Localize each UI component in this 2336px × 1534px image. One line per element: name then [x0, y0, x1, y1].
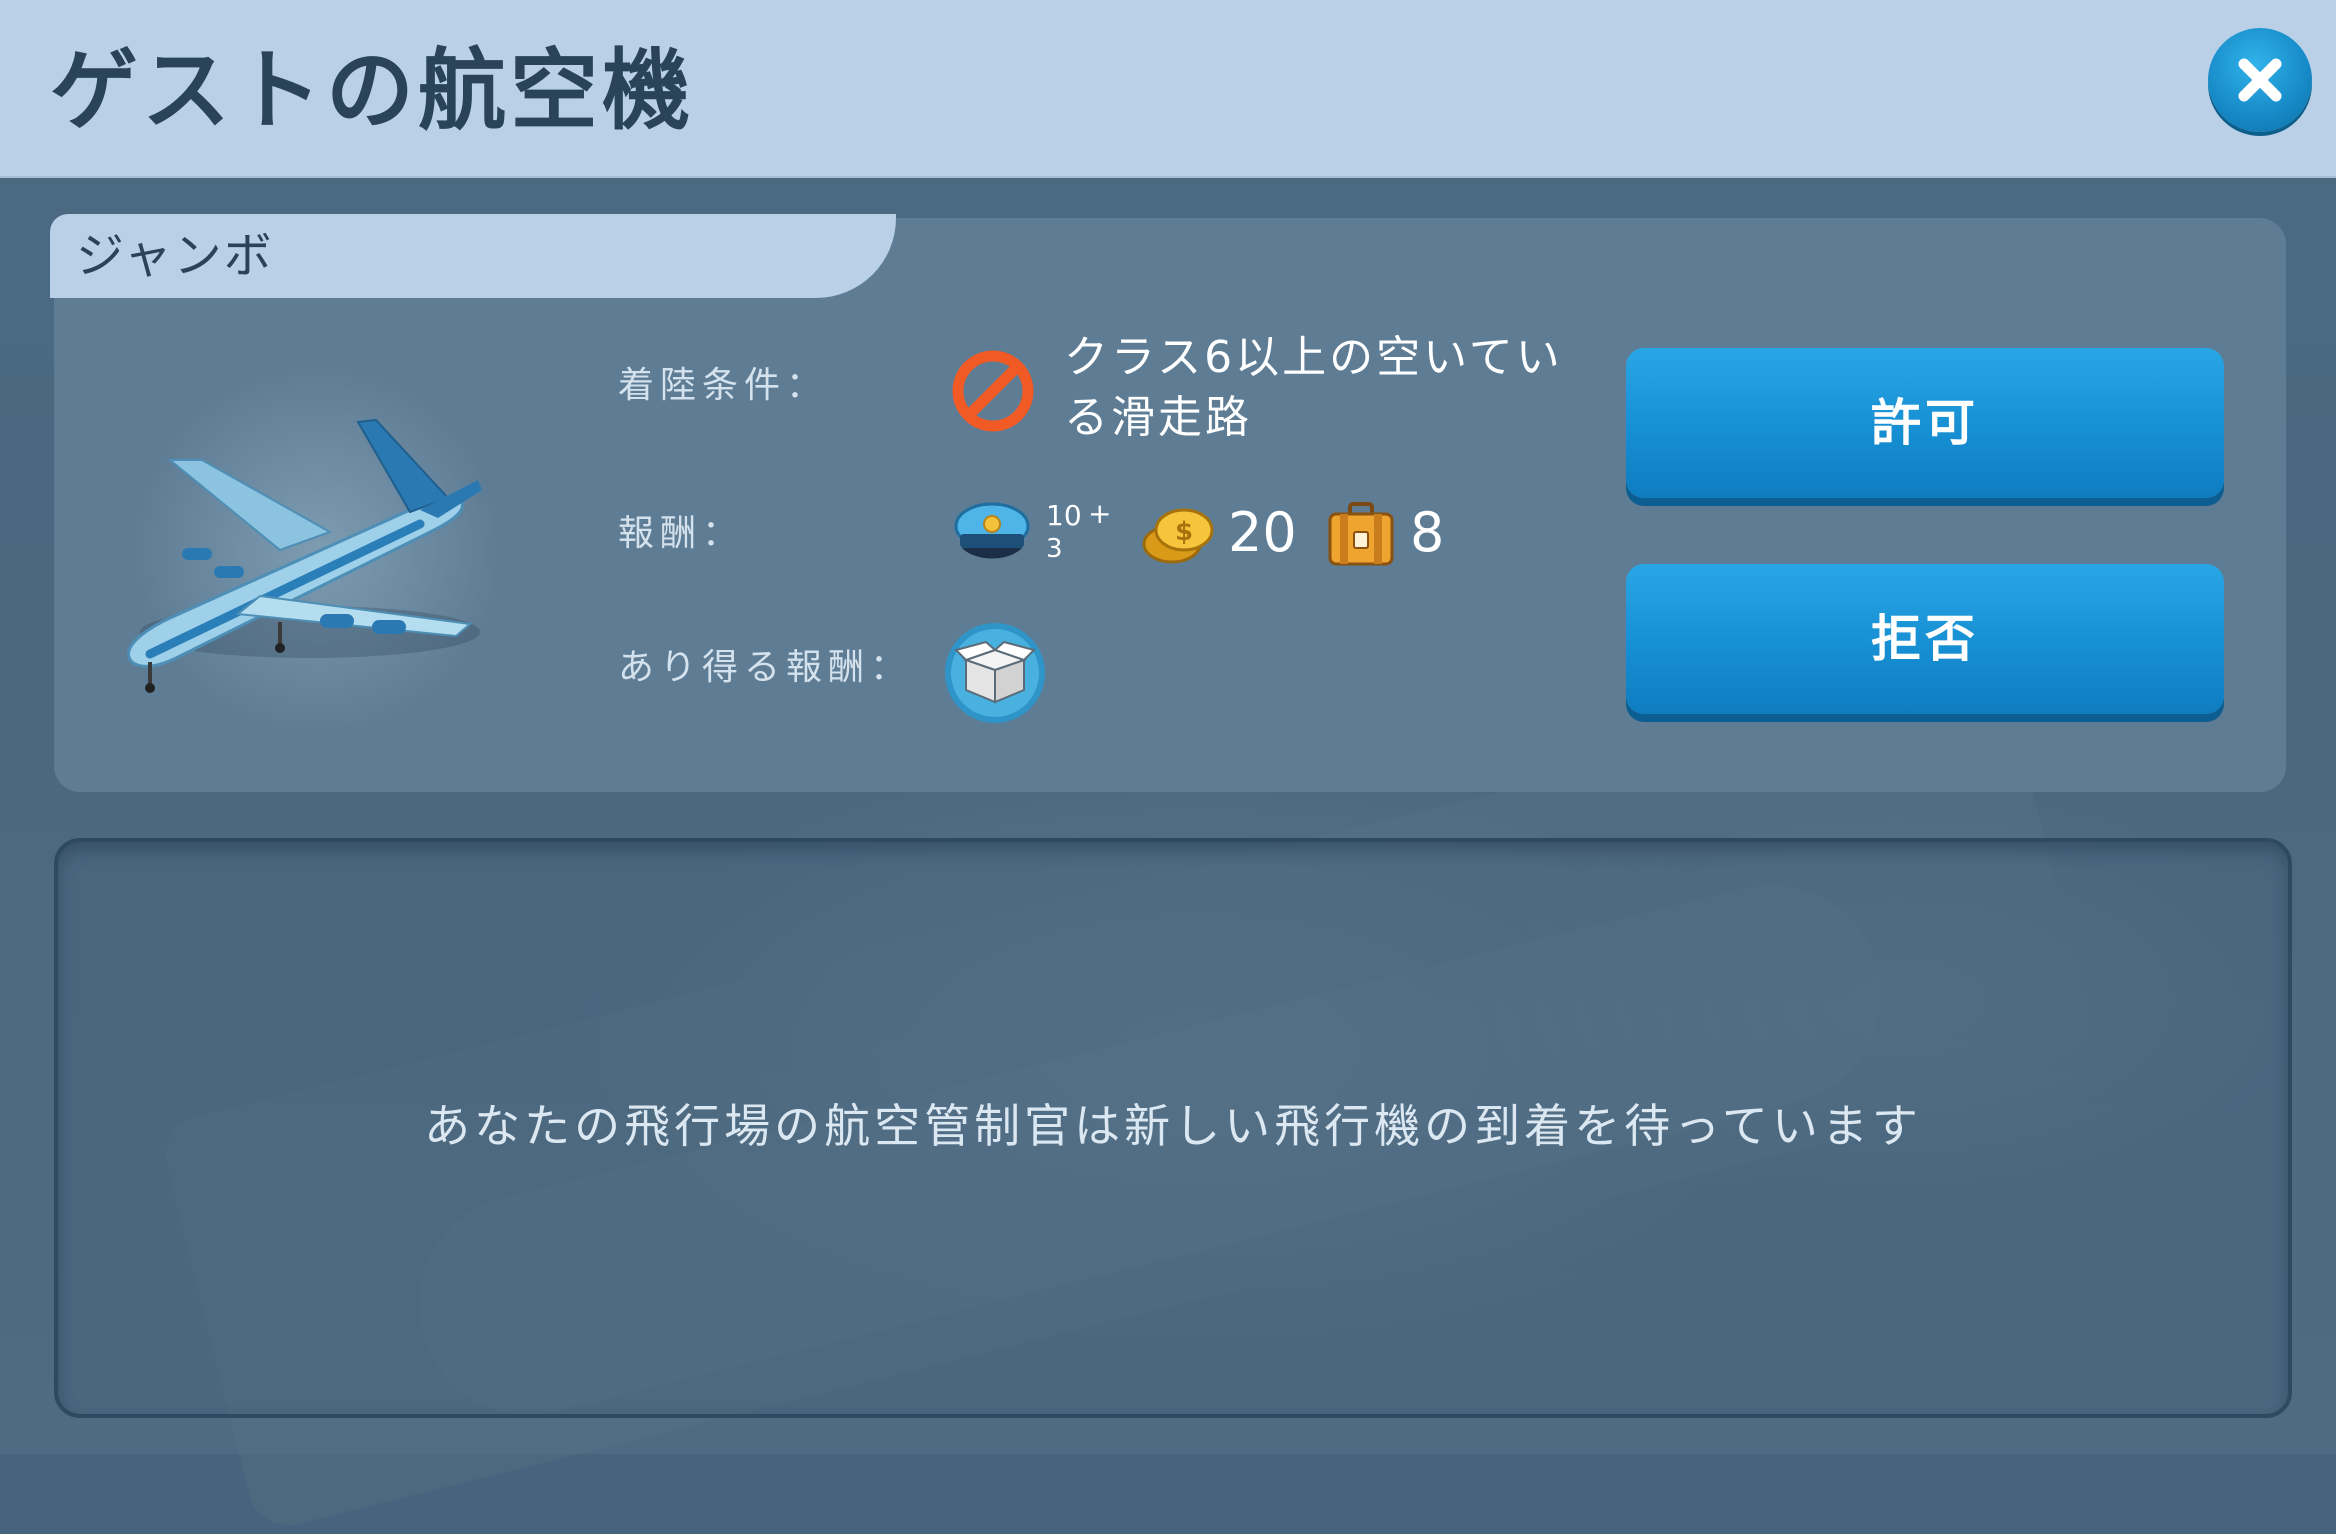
prohibited-icon	[952, 350, 1034, 432]
aircraft-name-tab: ジャンボ	[50, 214, 896, 298]
allow-button[interactable]: 許可	[1626, 348, 2224, 498]
crate-icon	[945, 623, 1045, 723]
dialog-header: ゲストの航空機	[0, 0, 2336, 178]
possible-reward-label: あり得る報酬：	[618, 647, 913, 688]
landing-condition-text: クラス6以上の空いている滑走路	[1064, 332, 1563, 443]
jumbo-jet-icon	[127, 418, 482, 693]
svg-text:$: $	[1175, 517, 1193, 547]
aircraft-name: ジャンボ	[76, 228, 274, 284]
cargo-reward-value: 8	[1410, 501, 1445, 564]
pilot-xp-value: 10	[1046, 499, 1082, 532]
cargo-case-icon	[1328, 502, 1394, 566]
status-message-panel: あなたの飛行場の航空管制官は新しい飛行機の到着を待っています	[54, 838, 2292, 1418]
close-button[interactable]	[2208, 28, 2312, 132]
coins-reward-value: 20	[1228, 501, 1297, 564]
landing-condition-label: 着陸条件：	[618, 365, 829, 406]
dialog-title: ゲストの航空機	[50, 39, 695, 142]
deny-button[interactable]: 拒否	[1626, 564, 2224, 714]
pilot-cap-icon	[954, 502, 1030, 559]
pilot-xp-sub-value: 3	[1046, 534, 1063, 564]
reward-label: 報酬：	[618, 513, 745, 554]
pilot-xp-plus: +	[1088, 497, 1112, 530]
status-message: あなたの飛行場の航空管制官は新しい飛行機の到着を待っています	[424, 1099, 1922, 1153]
close-icon	[2238, 58, 2282, 102]
coins-icon: $	[1142, 508, 1214, 564]
